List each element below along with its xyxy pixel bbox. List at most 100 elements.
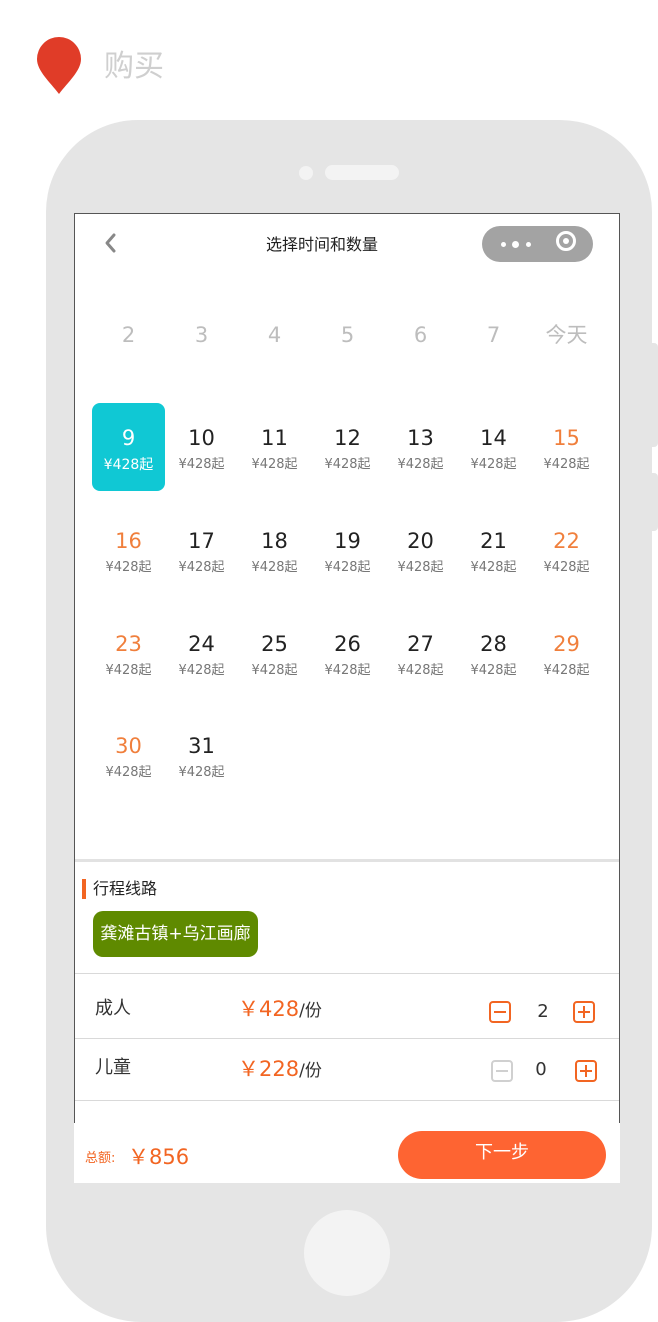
day-cell[interactable]: 25 ¥428起 — [238, 630, 311, 690]
day-number: 30 — [115, 734, 142, 758]
day-price: ¥428起 — [324, 663, 371, 678]
day-number: 23 — [115, 632, 142, 656]
day-number: 17 — [188, 529, 215, 553]
day-price: ¥428起 — [178, 457, 225, 472]
day-number: 26 — [334, 632, 361, 656]
day-cell[interactable]: 15 ¥428起 — [530, 424, 603, 484]
day-number: 18 — [261, 529, 288, 553]
day-price: ¥428起 — [397, 457, 444, 472]
nav-title: 选择时间和数量 — [265, 235, 378, 254]
more-dots-icon[interactable] — [512, 241, 519, 248]
section-divider — [74, 859, 620, 862]
day-cell[interactable]: 13 ¥428起 — [384, 424, 457, 484]
child-plus-button[interactable] — [575, 1060, 597, 1082]
day-number: 10 — [188, 426, 215, 450]
row-divider — [74, 1038, 620, 1039]
day-price: ¥428起 — [105, 765, 152, 780]
phone-speaker — [325, 165, 399, 180]
day-number: 13 — [407, 426, 434, 450]
section-accent-bar — [82, 879, 86, 899]
adult-label: 成人 — [95, 998, 131, 1019]
day-number: 31 — [188, 734, 215, 758]
day-number: 14 — [480, 426, 507, 450]
day-price: ¥428起 — [251, 560, 298, 575]
page-label: 购买 — [104, 49, 164, 84]
day-price: ¥428起 — [543, 663, 590, 678]
adult-plus-button[interactable] — [573, 1001, 595, 1023]
day-number: 20 — [407, 529, 434, 553]
next-step-button[interactable]: 下一步 — [398, 1131, 606, 1179]
day-cell[interactable]: 11 ¥428起 — [238, 424, 311, 484]
day-cell[interactable]: 27 ¥428起 — [384, 630, 457, 690]
weekday-label: 5 — [340, 323, 355, 347]
day-cell[interactable]: 16 ¥428起 — [92, 527, 165, 587]
day-price: ¥428起 — [470, 663, 517, 678]
day-cell[interactable]: 17 ¥428起 — [165, 527, 238, 587]
day-cell[interactable]: 31 ¥428起 — [165, 732, 238, 792]
day-number: 28 — [480, 632, 507, 656]
row-divider — [74, 973, 620, 974]
more-dots-icon[interactable] — [526, 242, 531, 247]
total-label: 总额: — [85, 1151, 116, 1166]
day-cell[interactable]: 9 ¥428起 — [92, 424, 165, 484]
day-price: ¥428起 — [103, 457, 154, 473]
day-number: 21 — [480, 529, 507, 553]
route-title: 行程线路 — [93, 879, 158, 898]
weekday-label: 6 — [413, 323, 428, 347]
day-cell[interactable]: 29 ¥428起 — [530, 630, 603, 690]
day-cell[interactable]: 22 ¥428起 — [530, 527, 603, 587]
day-price: ¥428起 — [470, 457, 517, 472]
day-number: 29 — [553, 632, 580, 656]
more-dots-icon[interactable] — [501, 242, 506, 247]
day-number: 15 — [553, 426, 580, 450]
day-number: 12 — [334, 426, 361, 450]
location-pin-icon — [37, 37, 81, 94]
day-number: 27 — [407, 632, 434, 656]
day-number: 24 — [188, 632, 215, 656]
day-cell[interactable]: 12 ¥428起 — [311, 424, 384, 484]
weekday-label: 3 — [194, 323, 209, 347]
weekday-label: 2 — [121, 323, 136, 347]
day-price: ¥428起 — [251, 663, 298, 678]
child-label: 儿童 — [95, 1057, 131, 1078]
child-price: ￥228/份 — [238, 1057, 322, 1081]
weekday-label: 今天 — [545, 323, 588, 347]
day-price: ¥428起 — [105, 560, 152, 575]
day-price: ¥428起 — [397, 560, 444, 575]
day-number: 22 — [553, 529, 580, 553]
day-number: 9 — [121, 426, 136, 450]
day-cell[interactable]: 21 ¥428起 — [457, 527, 530, 587]
day-cell[interactable]: 18 ¥428起 — [238, 527, 311, 587]
day-cell[interactable]: 24 ¥428起 — [165, 630, 238, 690]
adult-quantity: 2 — [537, 1001, 549, 1022]
day-price: ¥428起 — [470, 560, 517, 575]
day-price: ¥428起 — [178, 663, 225, 678]
day-number: 19 — [334, 529, 361, 553]
chevron-left-icon[interactable] — [100, 230, 122, 256]
day-price: ¥428起 — [543, 560, 590, 575]
day-price: ¥428起 — [324, 560, 371, 575]
route-tag[interactable]: 龚滩古镇+乌江画廊 — [93, 911, 258, 957]
menu-capsule — [482, 226, 593, 262]
day-cell[interactable]: 30 ¥428起 — [92, 732, 165, 792]
phone-side-button — [650, 343, 658, 447]
day-cell[interactable]: 23 ¥428起 — [92, 630, 165, 690]
day-price: ¥428起 — [324, 457, 371, 472]
day-cell[interactable]: 20 ¥428起 — [384, 527, 457, 587]
adult-minus-button[interactable] — [489, 1001, 511, 1023]
total-value: ￥856 — [128, 1145, 190, 1169]
day-number: 16 — [115, 529, 142, 553]
day-cell[interactable]: 10 ¥428起 — [165, 424, 238, 484]
child-minus-button[interactable] — [491, 1060, 513, 1082]
day-number: 25 — [261, 632, 288, 656]
day-cell[interactable]: 28 ¥428起 — [457, 630, 530, 690]
close-circle-icon — [563, 238, 569, 244]
phone-camera — [299, 166, 313, 180]
day-cell[interactable]: 14 ¥428起 — [457, 424, 530, 484]
weekday-label: 4 — [267, 323, 282, 347]
day-cell[interactable]: 26 ¥428起 — [311, 630, 384, 690]
day-price: ¥428起 — [178, 560, 225, 575]
phone-side-button — [650, 473, 658, 531]
day-price: ¥428起 — [105, 663, 152, 678]
day-cell[interactable]: 19 ¥428起 — [311, 527, 384, 587]
